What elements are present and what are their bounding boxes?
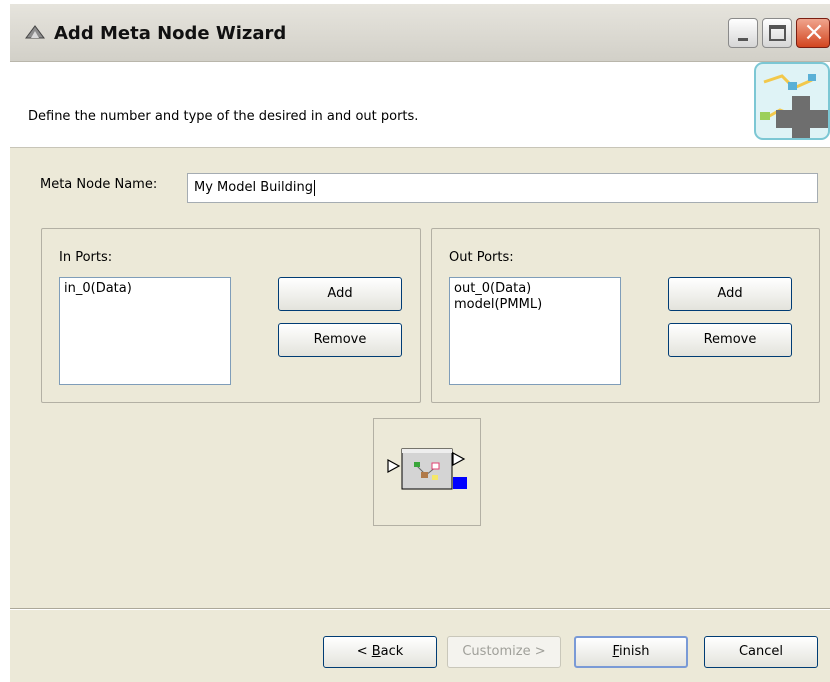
add-meta-node-wizard-dialog: Add Meta Node Wizard × Define the number… (10, 4, 830, 682)
finish-label-rest: inish (619, 644, 650, 659)
back-prefix: < (356, 644, 372, 659)
out-ports-title: Out Ports: (449, 250, 514, 265)
title-bar[interactable]: Add Meta Node Wizard × (10, 4, 830, 62)
in-ports-list[interactable]: in_0(Data) (59, 277, 231, 385)
maximize-button[interactable] (762, 18, 792, 48)
in-ports-title: In Ports: (59, 250, 113, 265)
in-ports-add-button[interactable]: Add (278, 277, 402, 311)
list-item[interactable]: in_0(Data) (64, 281, 226, 297)
back-label-rest: ack (380, 644, 404, 659)
in-ports-remove-button[interactable]: Remove (278, 323, 402, 357)
maximize-icon (769, 25, 786, 41)
in-ports-panel: In Ports: in_0(Data) Add Remove (41, 228, 421, 403)
text-caret (313, 179, 315, 196)
out-ports-panel: Out Ports: out_0(Data) model(PMML) Add R… (431, 228, 820, 403)
cancel-button[interactable]: Cancel (704, 636, 818, 668)
close-button[interactable]: × (796, 17, 830, 48)
back-mnemonic: B (371, 644, 381, 659)
minimize-icon (738, 38, 748, 41)
meta-node-name-label: Meta Node Name: (40, 177, 158, 192)
list-item[interactable]: model(PMML) (454, 297, 616, 313)
knime-wizard-icon (25, 25, 45, 39)
header-description: Define the number and type of the desire… (28, 109, 419, 124)
close-icon: × (803, 17, 825, 47)
meta-node-preview (373, 418, 481, 526)
list-item[interactable]: out_0(Data) (454, 281, 616, 297)
meta-node-name-input[interactable]: My Model Building (187, 173, 818, 203)
out-ports-remove-button[interactable]: Remove (668, 323, 792, 357)
footer-separator (10, 608, 830, 610)
out-ports-list[interactable]: out_0(Data) model(PMML) (449, 277, 621, 385)
meta-node-name-value: My Model Building (194, 180, 313, 195)
meta-node-wizard-banner (754, 62, 830, 140)
window-title: Add Meta Node Wizard (54, 23, 287, 44)
out-ports-add-button[interactable]: Add (668, 277, 792, 311)
customize-button[interactable]: Customize > (447, 636, 561, 668)
wizard-header: Define the number and type of the desire… (10, 62, 830, 148)
back-button[interactable]: < Back (323, 636, 437, 668)
finish-button[interactable]: Finish (574, 636, 688, 668)
meta-node-preview-icon (387, 448, 467, 490)
minimize-button[interactable] (728, 18, 758, 48)
